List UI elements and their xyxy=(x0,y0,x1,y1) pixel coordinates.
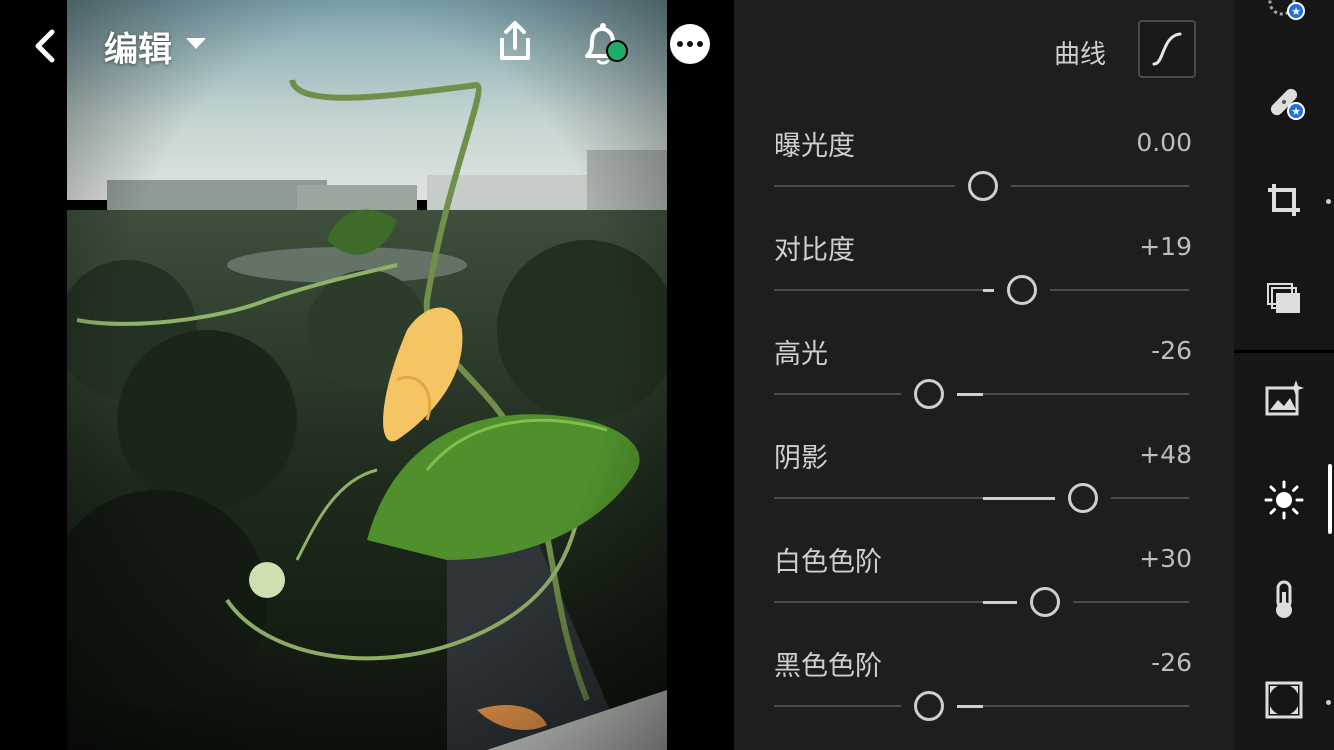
slider-knob[interactable] xyxy=(968,171,998,201)
slider-label: 曝光度 xyxy=(774,131,855,162)
slider-knob[interactable] xyxy=(1067,483,1098,513)
caret-down-icon[interactable] xyxy=(186,38,206,49)
dot-icon xyxy=(697,41,703,47)
indicator-dot xyxy=(1326,700,1331,705)
slider-label: 黑色色阶 xyxy=(774,651,882,682)
slider-label: 白色色阶 xyxy=(774,547,882,578)
premium-star-icon: ★ xyxy=(1287,102,1305,120)
slider-value[interactable]: +48 xyxy=(1139,440,1192,469)
share-button[interactable] xyxy=(494,20,536,64)
notifications-button[interactable] xyxy=(580,20,630,68)
indicator-dot xyxy=(1326,199,1331,204)
color-temperature-icon[interactable] xyxy=(1264,580,1304,620)
slider-value[interactable]: -26 xyxy=(1151,336,1192,365)
share-icon xyxy=(500,21,530,60)
more-options-button[interactable] xyxy=(670,24,710,64)
mode-title[interactable]: 编辑 xyxy=(104,22,172,71)
slider-knob[interactable] xyxy=(914,691,945,721)
slider-value[interactable]: -26 xyxy=(1151,648,1192,677)
bell-icon xyxy=(585,23,628,65)
crop-icon[interactable] xyxy=(1264,180,1304,220)
curve-label: 曲线 xyxy=(1054,40,1107,70)
toolbar-divider xyxy=(1234,350,1334,353)
dot-icon xyxy=(687,41,693,47)
vignette-icon[interactable] xyxy=(1264,680,1304,720)
tone-curve-icon xyxy=(1152,32,1182,66)
active-tool-indicator xyxy=(1328,464,1332,534)
slider-knob[interactable] xyxy=(914,379,945,409)
light-adjustment-panel xyxy=(734,0,1234,750)
slider-value[interactable]: +30 xyxy=(1139,544,1192,573)
slider-label: 阴影 xyxy=(774,443,828,474)
presets-icon[interactable] xyxy=(1264,280,1304,320)
curve-button[interactable] xyxy=(1138,20,1196,78)
slider-track[interactable] xyxy=(774,601,1189,603)
back-button[interactable] xyxy=(30,26,60,66)
slider-label: 对比度 xyxy=(774,235,855,266)
auto-icon[interactable] xyxy=(1264,378,1304,418)
dot-icon xyxy=(677,41,683,47)
slider-label: 高光 xyxy=(774,339,828,370)
light-icon[interactable] xyxy=(1264,480,1304,520)
slider-track[interactable] xyxy=(774,497,1189,499)
slider-track[interactable] xyxy=(774,289,1189,291)
photo-preview[interactable] xyxy=(67,0,667,750)
slider-value[interactable]: 0.00 xyxy=(1136,128,1192,157)
chevron-left-icon xyxy=(35,29,55,63)
notification-dot xyxy=(606,40,628,62)
premium-star-icon: ★ xyxy=(1287,2,1305,20)
slider-value[interactable]: +19 xyxy=(1139,232,1192,261)
